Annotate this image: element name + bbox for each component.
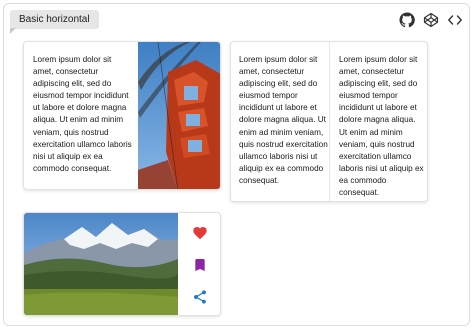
horizontal-card-two-columns: Lorem ipsum dolor sit amet, consectetur … bbox=[230, 41, 428, 202]
horizontal-card-image-actions bbox=[23, 212, 221, 316]
codepen-icon[interactable] bbox=[423, 12, 439, 28]
card-column-text-left: Lorem ipsum dolor sit amet, consectetur … bbox=[239, 55, 328, 185]
demo-title-tag: Basic horizontal bbox=[10, 10, 99, 29]
heart-icon[interactable] bbox=[192, 225, 208, 241]
tag-tail bbox=[10, 28, 16, 34]
demo-toolbar: Basic horizontal bbox=[4, 4, 469, 34]
horizontal-card-text-image: Lorem ipsum dolor sit amet, consectetur … bbox=[23, 41, 221, 190]
code-icon[interactable] bbox=[447, 12, 463, 28]
share-icon[interactable] bbox=[192, 289, 208, 305]
column-divider bbox=[329, 42, 330, 201]
github-icon[interactable] bbox=[399, 12, 415, 28]
card-body-text: Lorem ipsum dolor sit amet, consectetur … bbox=[33, 55, 132, 173]
card-column-text-right: Lorem ipsum dolor sit amet, consectetur … bbox=[339, 55, 424, 198]
bridge-image bbox=[138, 42, 220, 189]
mountain-image bbox=[24, 213, 178, 315]
bookmark-icon[interactable] bbox=[192, 257, 208, 273]
